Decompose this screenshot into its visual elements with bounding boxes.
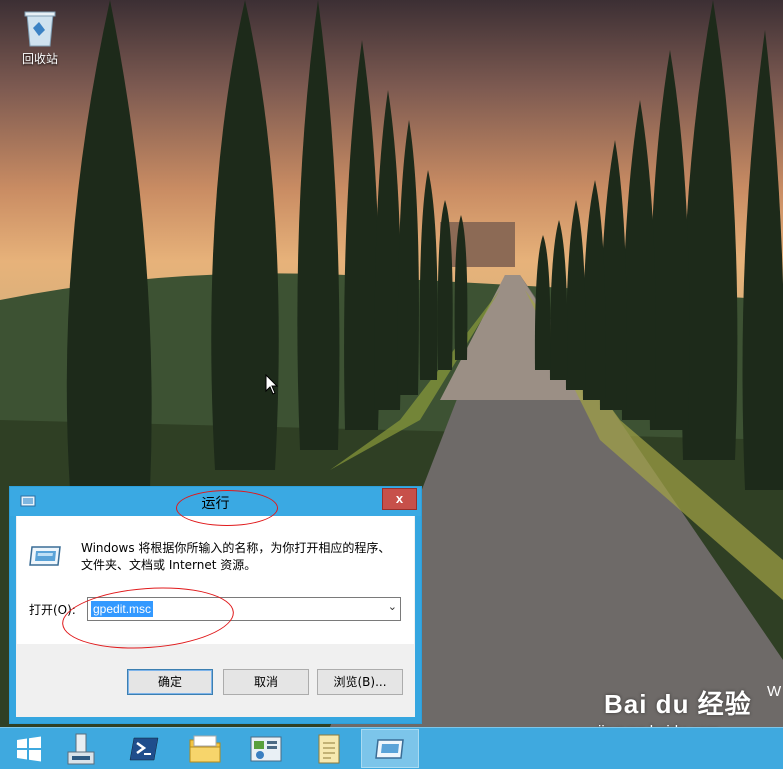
notepad-icon [318, 734, 340, 763]
desktop-icon-recycle-bin[interactable]: 回收站 [14, 6, 66, 67]
server-manager-icon [67, 733, 95, 764]
taskbar-powershell[interactable] [115, 729, 173, 768]
description-line-2: 文件夹、文档或 Internet 资源。 [81, 558, 257, 572]
run-icon [375, 738, 404, 759]
taskbar-control-panel[interactable] [237, 729, 295, 768]
start-button[interactable] [0, 729, 58, 768]
recycle-bin-icon [23, 6, 57, 48]
watermark-brand: Bai du 经验 [604, 689, 752, 719]
run-program-icon [29, 546, 61, 566]
control-panel-icon [250, 736, 282, 761]
annotation-ellipse-title [176, 490, 278, 526]
ok-button[interactable]: 确定 [127, 669, 213, 695]
close-button[interactable]: x [382, 488, 417, 510]
chevron-down-icon[interactable]: ⌄ [388, 600, 397, 613]
taskbar [0, 727, 783, 769]
partial-desktop-text: W [767, 683, 782, 700]
description-line-1: Windows 将根据你所输入的名称，为你打开相应的程序、 [81, 541, 391, 555]
taskbar-file-explorer[interactable] [176, 729, 234, 768]
taskbar-notepad[interactable] [300, 729, 358, 768]
run-dialog-description: Windows 将根据你所输入的名称，为你打开相应的程序、 文件夹、文档或 In… [81, 540, 401, 574]
desktop-icon-label: 回收站 [21, 52, 58, 66]
browse-button[interactable]: 浏览(B)... [317, 669, 403, 695]
taskbar-server-manager[interactable] [52, 729, 110, 768]
taskbar-run[interactable] [361, 729, 419, 768]
powershell-icon [129, 737, 159, 760]
windows-start-icon [17, 736, 41, 761]
cancel-button[interactable]: 取消 [223, 669, 309, 695]
file-explorer-icon [189, 735, 221, 762]
mouse-cursor-icon [265, 374, 279, 395]
